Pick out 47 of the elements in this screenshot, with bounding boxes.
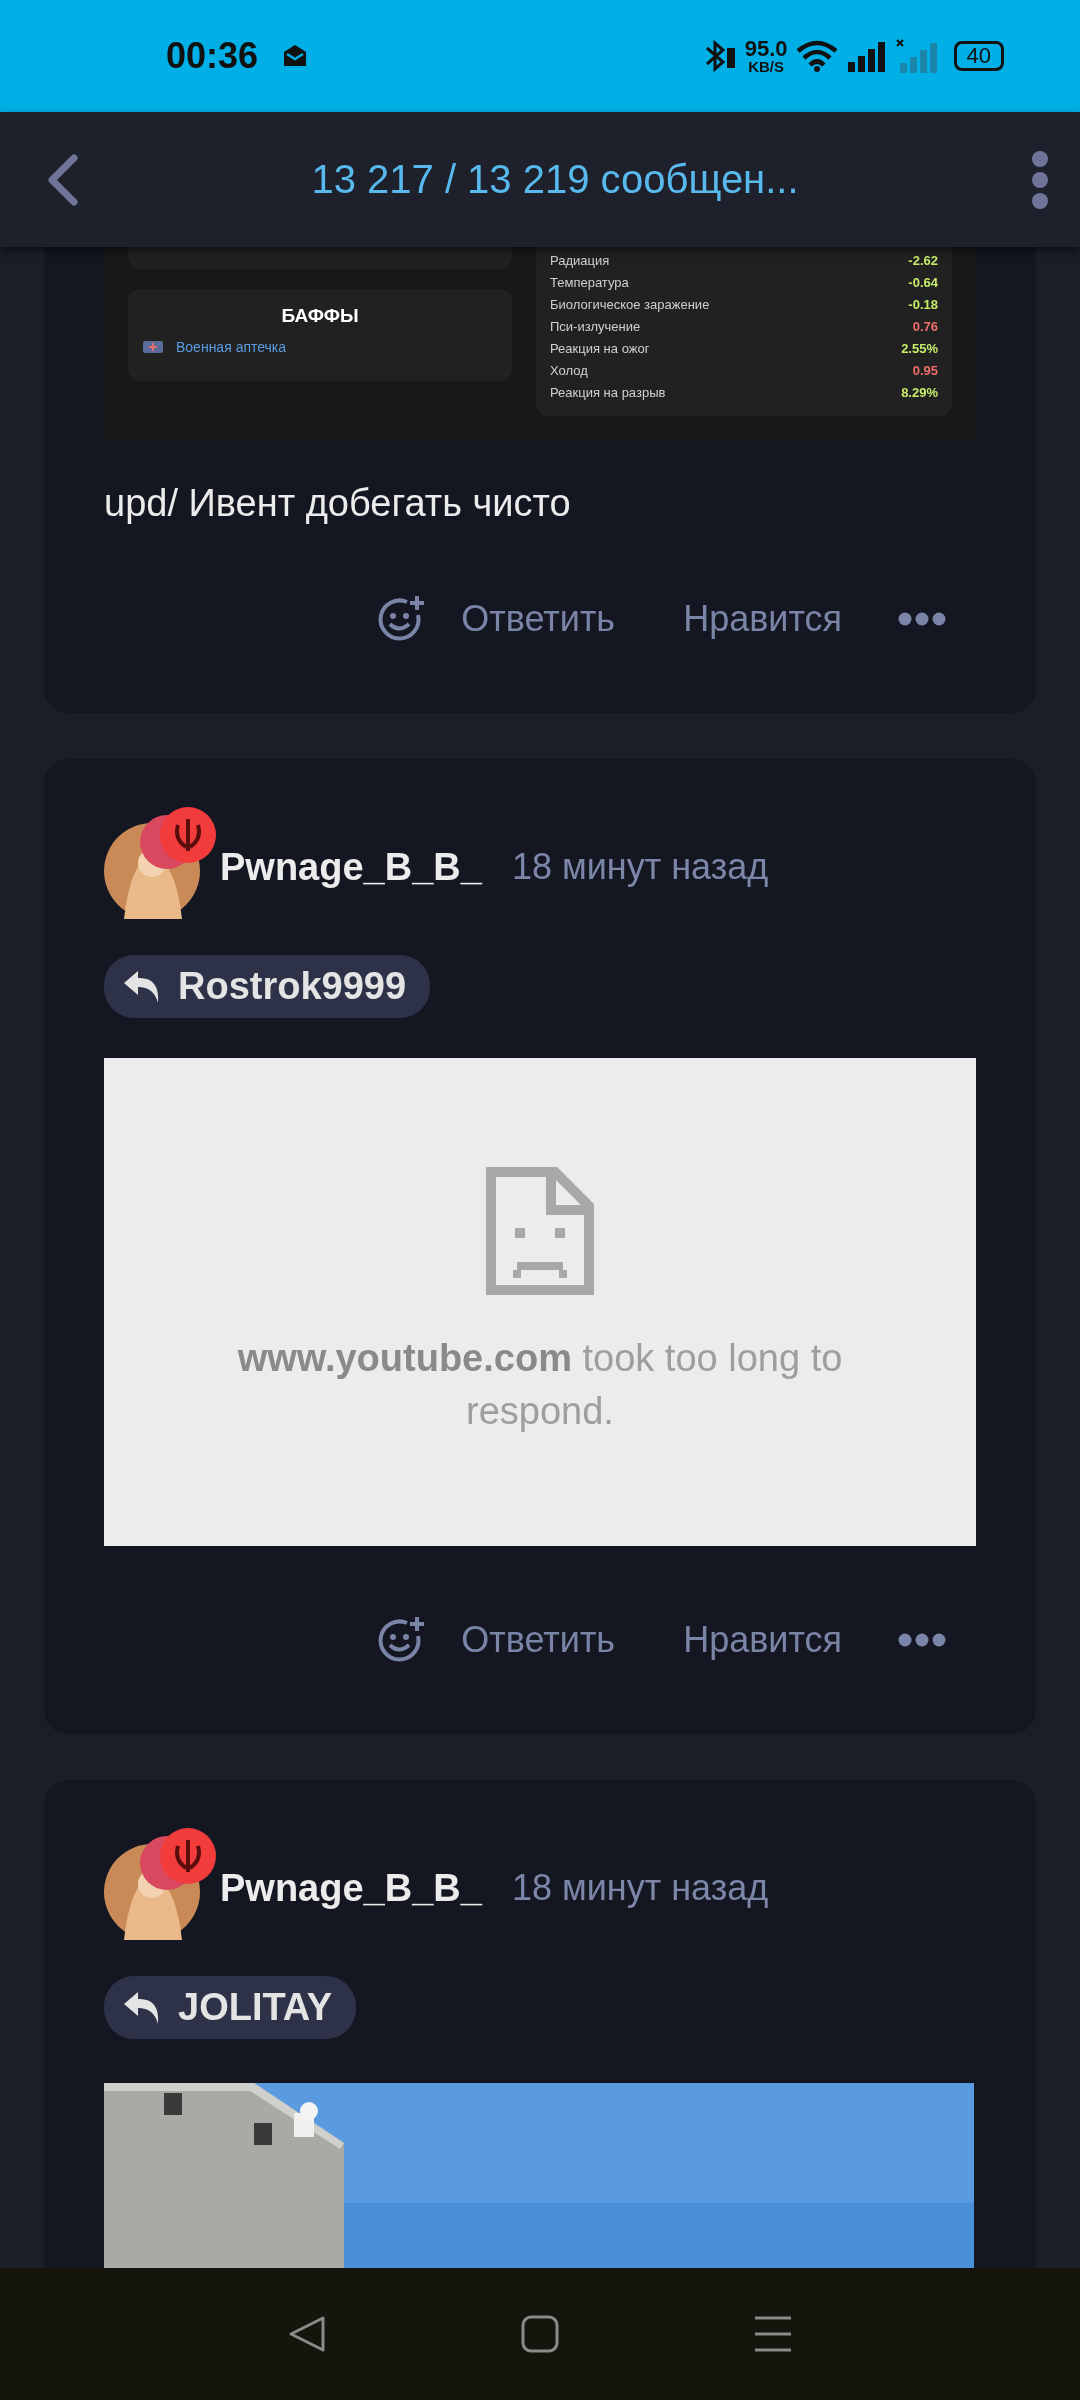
stat-value: -0.64 <box>908 275 938 290</box>
author-name[interactable]: Pwnage_B_B_ <box>220 1866 482 1910</box>
action-button[interactable]: Ответить <box>425 598 616 640</box>
medkit-icon <box>142 340 164 354</box>
add-reaction-icon[interactable] <box>377 595 426 643</box>
emblem-badge-icon <box>160 807 216 863</box>
battery-level: 40 <box>953 41 1004 71</box>
buff-name: Военная аптечка <box>176 339 287 355</box>
more-icon[interactable] <box>898 612 946 626</box>
post-text: upd/ Ивент добегать чисто <box>104 482 572 525</box>
author-name[interactable]: Pwnage_B_B_ <box>220 845 482 889</box>
post-time: 18 минут назад <box>511 1867 769 1909</box>
stat-value: -0.18 <box>908 297 938 312</box>
stat-name: Реакция на разрыв <box>550 385 666 400</box>
buffs-title: БАФФЫ <box>281 305 359 327</box>
signal-icon <box>845 40 888 72</box>
more-options-icon[interactable] <box>1030 148 1050 211</box>
stat-value: -2.62 <box>908 253 938 268</box>
error-message: www.youtube.com took too long to respond. <box>236 1335 844 1434</box>
stat-name: Пси-излучение <box>550 319 641 334</box>
action-button[interactable]: Нравится <box>647 1619 842 1661</box>
wifi-icon <box>795 40 838 72</box>
post-time: 18 минут назад <box>511 846 769 888</box>
stat-name: Температура <box>550 275 629 290</box>
menu-nav-icon[interactable] <box>753 2315 793 2353</box>
action-button[interactable]: Ответить <box>425 1619 616 1661</box>
stat-name: Радиация <box>550 253 610 268</box>
stat-name: Биологическое заражение <box>550 297 710 312</box>
stat-value: 2.55% <box>901 341 938 356</box>
reply-to-chip[interactable]: Rostrok9999 <box>104 955 431 1018</box>
status-time: 00:36 <box>166 35 259 77</box>
reply-to-chip[interactable]: JOLITAY <box>104 1976 357 2039</box>
home-nav-icon[interactable] <box>521 2315 559 2353</box>
stat-value: 8.29% <box>901 385 938 400</box>
add-reaction-icon[interactable] <box>377 1616 426 1664</box>
emblem-badge-icon <box>160 1828 216 1884</box>
stat-value: 0.95 <box>912 363 938 378</box>
signal-icon <box>895 39 940 73</box>
back-nav-icon[interactable] <box>287 2314 327 2354</box>
stat-name: Реакция на ожог <box>550 341 650 356</box>
network-speed: 95.0 KB/S <box>744 38 788 74</box>
sad-document-icon <box>485 1165 595 1296</box>
stat-value: 0.76 <box>912 319 938 334</box>
more-icon[interactable] <box>898 1633 946 1647</box>
page-title: 13 217 / 13 219 сообщен... <box>310 157 800 202</box>
action-button[interactable]: Нравится <box>647 598 842 640</box>
stat-name: Холод <box>550 363 588 378</box>
